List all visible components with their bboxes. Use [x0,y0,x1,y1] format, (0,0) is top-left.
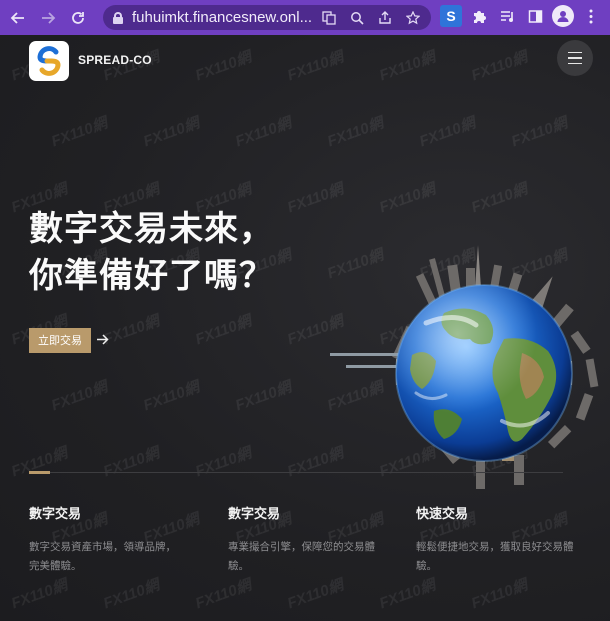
brand-name: SPREAD-CO [78,53,152,67]
feature-description: 輕鬆便捷地交易，獲取良好交易體驗。 [416,541,574,572]
watermark-text: FX110網 [49,114,110,151]
watermark-text: FX110網 [193,312,254,349]
watermark-text: FX110網 [325,114,386,151]
globe-cityscape-illustration [326,243,610,491]
more-menu-icon[interactable] [580,5,602,27]
side-panel-icon[interactable] [524,5,546,27]
arrow-right-icon [42,11,56,24]
feature-title: 數字交易 [228,507,281,522]
divider-accent [29,471,50,474]
watermark-text: FX110網 [141,114,202,151]
feature-title: 快速交易 [416,507,469,522]
watermark-text: FX110網 [141,378,202,415]
watermark-text: FX110網 [233,114,294,151]
zoom-icon[interactable] [347,8,367,27]
brand-logo[interactable] [29,41,69,81]
watermark-text: FX110網 [377,576,438,613]
address-bar[interactable]: fuhuimkt.financesnew.onl... [103,5,431,30]
watermark-text: FX110網 [49,378,110,415]
watermark-text: FX110網 [469,180,530,217]
menu-icon-bar [568,57,582,59]
watermark-text: FX110網 [285,48,346,85]
hero-headline: 數字交易未來， 你準備好了嗎？ [29,206,329,300]
s-extension-icon[interactable]: S [440,5,462,27]
lock-icon [113,11,123,24]
profile-avatar-icon[interactable] [552,5,574,27]
page-content: FX110網 FX110網 FX110網 FX110網 FX110網 FX110網 FX11… [0,35,610,621]
bookmark-star-icon[interactable] [403,8,423,27]
watermark-text: FX110網 [285,576,346,613]
watermark-text: FX110網 [377,48,438,85]
watermark-text: FX110網 [9,576,70,613]
feature-title: 數字交易 [29,507,82,522]
feature-card: 數字交易 數字交易資產市場，領導品牌，完美體驗。 [29,503,209,576]
watermark-text: FX110網 [193,48,254,85]
watermark-text: FX110網 [193,444,254,481]
watermark-text: FX110網 [101,444,162,481]
feature-description: 專業撮合引擎，保障您的交易體驗。 [228,541,375,572]
watermark-text: FX110網 [469,576,530,613]
arrow-right-icon[interactable] [96,333,109,349]
watermark-text: FX110網 [509,114,570,151]
watermark-text: FX110網 [377,180,438,217]
feature-card: 快速交易 輕鬆便捷地交易，獲取良好交易體驗。 [416,503,596,576]
menu-icon-bar [568,51,582,54]
reload-icon [72,11,84,24]
watermark-text: FX110網 [417,114,478,151]
watermark-text: FX110網 [101,576,162,613]
url-text[interactable]: fuhuimkt.financesnew.onl... [132,9,312,26]
watermark-text: FX110網 [193,576,254,613]
spread-co-logo-icon [37,46,61,76]
trade-now-label[interactable]: 立即交易 [29,328,91,353]
arrow-left-icon [10,11,24,24]
extensions-puzzle-icon[interactable] [468,5,490,27]
translate-icon[interactable] [319,8,339,27]
watermark-text: FX110網 [9,444,70,481]
watermark-text: FX110網 [233,378,294,415]
watermark-text: FX110網 [469,48,530,85]
forward-button[interactable] [36,6,60,30]
menu-icon-bar [568,62,582,65]
feature-card: 數字交易 專業撮合引擎，保障您的交易體驗。 [228,503,408,576]
share-icon[interactable] [375,8,395,27]
back-button[interactable] [6,6,30,30]
browser-toolbar: fuhuimkt.financesnew.onl... S [0,0,610,35]
trade-now-button[interactable]: 立即交易 [29,328,109,353]
section-divider [29,472,563,473]
reload-button[interactable] [66,6,90,30]
media-playlist-icon[interactable] [496,5,518,27]
watermark-text: FX110網 [101,312,162,349]
hero-line-2: 你準備好了嗎？ [29,256,274,296]
hamburger-menu-button[interactable] [557,40,593,76]
feature-description: 數字交易資產市場，領導品牌，完美體驗。 [29,541,176,572]
hero-line-1: 數字交易未來， [29,209,274,249]
